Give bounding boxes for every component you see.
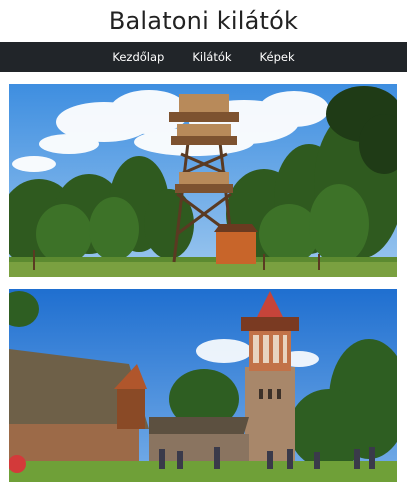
nav-link-images[interactable]: Képek <box>246 42 309 72</box>
photo-gallery <box>0 72 407 482</box>
nav-link-home[interactable]: Kezdőlap <box>98 42 178 72</box>
page-title: Balatoni kilátók <box>108 7 299 35</box>
main-navbar: Kezdőlap Kilátók Képek <box>0 42 407 72</box>
wooden-lookout-tower-photo[interactable] <box>9 84 397 277</box>
page-header: Balatoni kilátók <box>0 0 407 42</box>
nav-link-towers[interactable]: Kilátók <box>178 42 245 72</box>
stone-lookout-tower-photo[interactable] <box>9 289 397 482</box>
